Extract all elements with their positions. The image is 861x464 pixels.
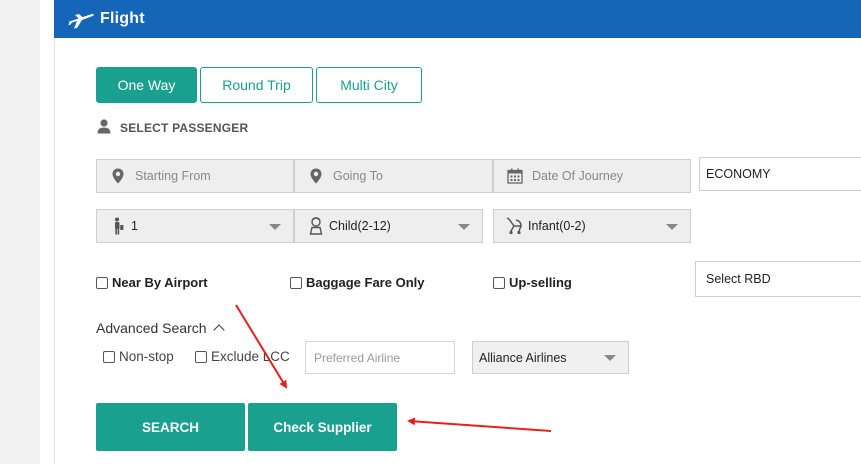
tab-one-way[interactable]: One Way <box>96 67 197 103</box>
location-pin-icon <box>307 168 325 184</box>
advanced-search-toggle[interactable]: Advanced Search <box>96 320 225 336</box>
preferred-airline-input[interactable]: Preferred Airline <box>305 341 455 374</box>
non-stop-checkbox[interactable]: Non-stop <box>103 349 174 364</box>
chevron-down-icon <box>269 224 281 230</box>
starting-from-field[interactable]: Starting From <box>96 159 294 193</box>
baggage-fare-only-label: Baggage Fare Only <box>306 275 425 290</box>
child-count-value: Child(2-12) <box>329 219 391 233</box>
going-to-field[interactable]: Going To <box>294 159 493 193</box>
select-passenger-heading: SELECT PASSENGER <box>96 118 248 137</box>
tab-round-trip[interactable]: Round Trip <box>200 67 313 103</box>
non-stop-label: Non-stop <box>119 349 174 364</box>
adult-count-value: 1 <box>131 219 138 233</box>
adult-count-select[interactable]: 1 <box>96 209 294 243</box>
location-pin-icon <box>109 168 127 184</box>
child-count-select[interactable]: Child(2-12) <box>294 209 483 243</box>
flight-search-page: Flight One Way Round Trip Multi City SEL… <box>0 0 861 464</box>
preferred-airline-placeholder: Preferred Airline <box>314 350 401 365</box>
chevron-down-icon <box>458 224 470 230</box>
select-rbd-value: Select RBD <box>706 272 771 286</box>
select-passenger-label: SELECT PASSENGER <box>120 120 249 135</box>
chevron-down-icon <box>604 355 616 361</box>
adult-traveler-icon <box>109 217 127 235</box>
user-icon <box>96 118 112 137</box>
select-rbd-dropdown[interactable]: Select RBD <box>695 261 861 297</box>
infant-count-select[interactable]: Infant(0-2) <box>493 209 691 243</box>
going-to-placeholder: Going To <box>333 169 383 183</box>
up-selling-label: Up-selling <box>509 275 572 290</box>
advanced-search-label: Advanced Search <box>96 320 207 336</box>
flight-header: Flight <box>54 0 861 38</box>
alliance-airlines-value: Alliance Airlines <box>479 350 567 365</box>
chevron-up-icon <box>212 324 225 336</box>
stroller-icon <box>506 217 524 235</box>
date-of-journey-field[interactable]: Date Of Journey <box>493 159 691 193</box>
exclude-lcc-label: Exclude LCC <box>211 349 290 364</box>
starting-from-placeholder: Starting From <box>135 169 211 183</box>
airplane-icon <box>66 8 96 30</box>
checkbox-box[interactable] <box>103 350 115 363</box>
baggage-fare-only-checkbox[interactable]: Baggage Fare Only <box>290 275 424 290</box>
up-selling-checkbox[interactable]: Up-selling <box>493 275 572 290</box>
near-by-airport-label: Near By Airport <box>112 275 208 290</box>
checkbox-box[interactable] <box>493 276 505 289</box>
checkbox-box[interactable] <box>290 276 302 289</box>
check-supplier-button[interactable]: Check Supplier <box>248 403 397 451</box>
tab-multi-city[interactable]: Multi City <box>316 67 422 103</box>
alliance-airlines-select[interactable]: Alliance Airlines <box>472 341 629 374</box>
near-by-airport-checkbox[interactable]: Near By Airport <box>96 275 208 290</box>
exclude-lcc-checkbox[interactable]: Exclude LCC <box>195 349 290 364</box>
search-button[interactable]: SEARCH <box>96 403 245 451</box>
calendar-icon <box>506 168 524 184</box>
date-of-journey-placeholder: Date Of Journey <box>532 169 624 183</box>
cabin-class-select[interactable]: ECONOMY <box>699 157 861 191</box>
child-icon <box>307 217 325 235</box>
chevron-down-icon <box>666 224 678 230</box>
left-gutter <box>0 0 40 464</box>
header-title: Flight <box>100 10 145 27</box>
checkbox-box[interactable] <box>195 350 207 363</box>
cabin-class-value: ECONOMY <box>706 167 771 181</box>
infant-count-value: Infant(0-2) <box>528 219 586 233</box>
checkbox-box[interactable] <box>96 276 108 289</box>
